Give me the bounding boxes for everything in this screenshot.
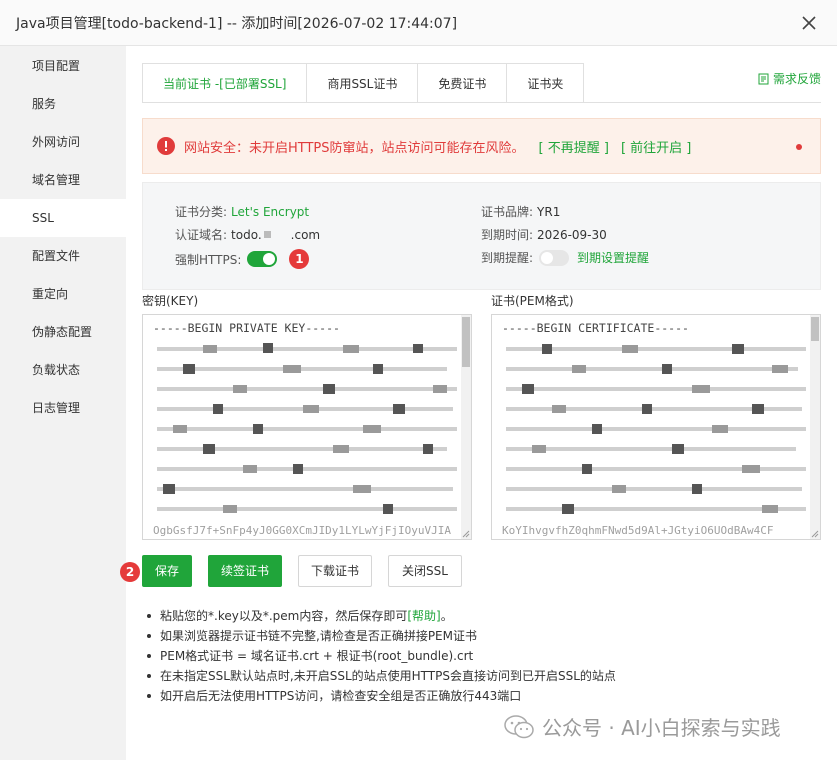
feedback-link[interactable]: 需求反馈 [758,70,821,87]
sidebar-item-load-status[interactable]: 负载状态 [0,351,126,389]
private-key-textarea[interactable]: -----BEGIN PRIVATE KEY----- OgbGsfJ7f+Sn… [142,314,472,540]
close-icon[interactable] [799,13,819,33]
help-link[interactable]: [帮助] [407,609,440,623]
expire-row: 到期时间: 2026-09-30 [481,226,607,243]
tab-current-cert[interactable]: 当前证书 -[已部署SSL] [142,63,308,103]
cert-category-value: Let's Encrypt [231,204,310,219]
watermark: 公众号 · AI小白探索与实践 [504,712,781,741]
save-button[interactable]: 保存 [142,555,192,587]
domain-label: 认证域名: [175,228,228,242]
reminder-label: 到期提醒: [481,251,534,265]
sidebar-item-config-file[interactable]: 配置文件 [0,237,126,275]
step-badge-2: 2 [120,562,140,582]
sidebar-item-project-config[interactable]: 项目配置 [0,47,126,85]
domain-value-suffix: .com [290,227,321,242]
tip-text: 在未指定SSL默认站点时,未开启SSL的站点使用HTTPS会直接访问到已开启SS… [160,669,616,683]
edit-icon [758,73,769,84]
brand-value: YR1 [537,204,561,219]
alert-dot [796,144,802,150]
cert-first-line: -----BEGIN CERTIFICATE----- [502,321,689,335]
sidebar: 项目配置 服务 外网访问 域名管理 SSL 配置文件 重定向 伪静态配置 负载状… [0,46,126,760]
warning-icon [157,137,175,155]
reminder-row: 到期提醒: 到期设置提醒 [481,249,649,266]
alert-text: 网站安全：未开启HTTPS防窜站，站点访问可能存在风险。 [184,140,525,156]
tab-cert-folder[interactable]: 证书夹 [507,63,585,103]
cert-last-line: KoYIhvgvfhZ0qhmFNwd5d9Al+JGtyiO6UOdBAw4C… [502,524,774,537]
ssl-dialog: Java项目管理[todo-backend-1] -- 添加时间[2026-07… [0,0,837,760]
expire-label: 到期时间: [481,228,534,242]
cert-info-panel: 证书分类: Let's Encrypt 认证域名: todo. .com 强制H… [142,182,821,290]
wechat-icon [504,714,534,738]
watermark-text: 公众号 · AI小白探索与实践 [542,716,781,740]
dismiss-link[interactable]: [ 不再提醒 ] [539,137,609,156]
tab-free-cert[interactable]: 免费证书 [418,63,508,103]
sidebar-item-rewrite[interactable]: 伪静态配置 [0,313,126,351]
resize-handle-icon[interactable] [811,530,819,538]
sidebar-item-external-access[interactable]: 外网访问 [0,123,126,161]
cert-category-row: 证书分类: Let's Encrypt [175,203,309,220]
tip-item: 在未指定SSL默认站点时,未开启SSL的站点使用HTTPS会直接访问到已开启SS… [144,666,616,686]
domain-value-prefix: todo. [231,227,262,242]
sidebar-item-logs[interactable]: 日志管理 [0,389,126,427]
feedback-label: 需求反馈 [772,72,821,86]
brand-row: 证书品牌: YR1 [481,203,560,220]
dialog-title: Java项目管理[todo-backend-1] -- 添加时间[2026-07… [16,15,458,32]
cert-category-label: 证书分类: [175,205,228,219]
close-ssl-button[interactable]: 关闭SSL [388,555,462,587]
tip-text: PEM格式证书 = 域名证书.crt + 根证书(root_bundle).cr… [160,649,474,663]
renew-cert-button[interactable]: 续签证书 [208,555,282,587]
expire-value: 2026-09-30 [537,227,607,242]
certificate-textarea[interactable]: -----BEGIN CERTIFICATE----- KoYIhvgvfhZ0… [491,314,821,540]
main-content: 当前证书 -[已部署SSL] 商用SSL证书 免费证书 证书夹 需求反馈 网站安… [120,46,837,760]
tip-item: PEM格式证书 = 域名证书.crt + 根证书(root_bundle).cr… [144,646,616,666]
sidebar-item-redirect[interactable]: 重定向 [0,275,126,313]
reminder-setting-link[interactable]: 到期设置提醒 [577,249,649,266]
ssl-tabs: 当前证书 -[已部署SSL] 商用SSL证书 免费证书 证书夹 [142,63,585,103]
tip-text: 如果浏览器提示证书链不完整,请检查是否正确拼接PEM证书 [160,629,477,643]
download-cert-button[interactable]: 下载证书 [298,555,372,587]
tip-item: 如开启后无法使用HTTPS访问，请检查安全组是否正确放行443端口 [144,686,616,706]
sidebar-item-ssl[interactable]: SSL [0,199,126,237]
domain-redaction [263,231,271,238]
tips-list: 粘贴您的*.key以及*.pem内容，然后保存即可[帮助]。 如果浏览器提示证书… [144,606,616,706]
security-alert: 网站安全：未开启HTTPS防窜站，站点访问可能存在风险。 [ 不再提醒 ] [ … [142,118,821,174]
tabs-divider [142,102,821,103]
step-badge-1: 1 [289,249,310,269]
key-last-line: OgbGsfJ7f+SnFp4yJ0GG0XCmJIDy1LYLwYjFjIOy… [153,524,452,537]
cert-scrollbar[interactable] [810,315,820,539]
tip-suffix: 。 [440,609,453,623]
cert-field-label: 证书(PEM格式) [491,294,574,308]
tab-commercial-ssl[interactable]: 商用SSL证书 [307,63,419,103]
force-https-label: 强制HTTPS: [175,252,242,267]
force-https-toggle[interactable] [247,251,278,267]
tip-item: 粘贴您的*.key以及*.pem内容，然后保存即可[帮助]。 [144,606,616,626]
tip-text: 粘贴您的*.key以及*.pem内容，然后保存即可 [160,609,408,623]
key-scrollbar[interactable] [461,315,471,539]
sidebar-item-domain[interactable]: 域名管理 [0,161,126,199]
key-first-line: -----BEGIN PRIVATE KEY----- [153,321,340,335]
brand-label: 证书品牌: [481,205,534,219]
tip-item: 如果浏览器提示证书链不完整,请检查是否正确拼接PEM证书 [144,626,616,646]
key-field-label: 密钥(KEY) [142,294,199,308]
sidebar-item-service[interactable]: 服务 [0,85,126,123]
resize-handle-icon[interactable] [462,530,470,538]
force-https-row: 强制HTTPS: 1 [175,249,310,269]
domain-row: 认证域名: todo. .com [175,226,320,243]
expire-reminder-toggle[interactable] [539,249,570,266]
dialog-titlebar: Java项目管理[todo-backend-1] -- 添加时间[2026-07… [0,0,837,46]
tip-text: 如开启后无法使用HTTPS访问，请检查安全组是否正确放行443端口 [160,689,522,703]
enable-https-link[interactable]: [ 前往开启 ] [621,137,691,156]
